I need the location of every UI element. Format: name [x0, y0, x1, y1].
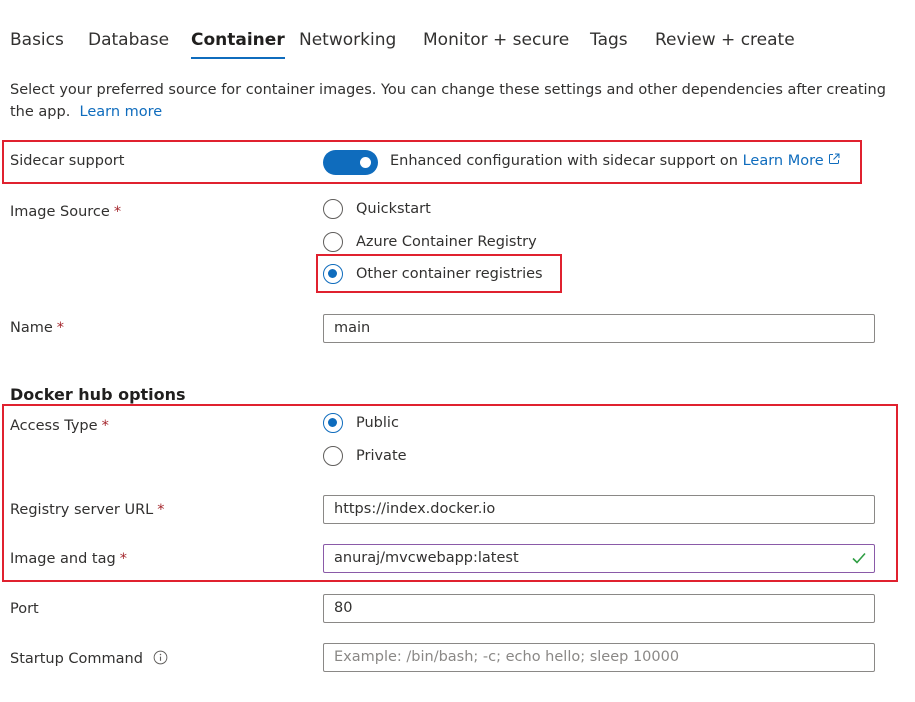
tab-review-create[interactable]: Review + create [655, 30, 795, 50]
port-input[interactable]: 80 [323, 594, 875, 623]
startup-command-label: Startup Command [10, 650, 168, 667]
sidecar-learn-more-link[interactable]: Learn More [743, 153, 840, 169]
radio-label-other-registries: Other container registries [356, 266, 543, 282]
startup-command-input[interactable]: Example: /bin/bash; -c; echo hello; slee… [323, 643, 875, 672]
image-tag-label-text: Image and tag [10, 551, 116, 567]
sidecar-toggle-text: Enhanced configuration with sidecar supp… [390, 153, 840, 169]
port-label: Port [10, 601, 39, 617]
registry-server-url-input[interactable]: https://index.docker.io [323, 495, 875, 524]
access-type-label-text: Access Type [10, 418, 98, 434]
radio-circle [323, 446, 343, 466]
info-icon[interactable] [153, 650, 168, 665]
tab-container[interactable]: Container [191, 30, 285, 59]
radio-circle [323, 199, 343, 219]
external-link-icon [828, 153, 840, 164]
required-asterisk: * [101, 418, 109, 434]
radio-circle-selected [323, 413, 343, 433]
image-source-label-text: Image Source [10, 204, 110, 220]
image-source-label: Image Source * [10, 204, 121, 220]
radio-other-container-registries[interactable]: Other container registries [323, 264, 543, 284]
image-and-tag-label: Image and tag * [10, 551, 127, 567]
radio-circle [323, 232, 343, 252]
required-asterisk: * [157, 502, 165, 518]
sidecar-support-label: Sidecar support [10, 153, 125, 169]
sidecar-status-text: Enhanced configuration with sidecar supp… [390, 153, 738, 169]
page-description: Select your preferred source for contain… [10, 79, 900, 123]
radio-private[interactable]: Private [323, 446, 407, 466]
sidecar-learn-more-label: Learn More [742, 153, 824, 169]
access-type-label: Access Type * [10, 418, 109, 434]
radio-quickstart[interactable]: Quickstart [323, 199, 431, 219]
tab-tags[interactable]: Tags [590, 30, 628, 50]
tab-basics[interactable]: Basics [10, 30, 64, 50]
tab-database[interactable]: Database [88, 30, 169, 50]
radio-circle-selected [323, 264, 343, 284]
checkmark-icon [852, 552, 866, 564]
name-label: Name * [10, 320, 64, 336]
tab-networking[interactable]: Networking [299, 30, 396, 50]
radio-public[interactable]: Public [323, 413, 399, 433]
required-asterisk: * [119, 551, 127, 567]
required-asterisk: * [56, 320, 65, 336]
name-label-text: Name [10, 320, 53, 336]
tab-monitor-secure[interactable]: Monitor + secure [423, 30, 569, 50]
radio-azure-container-registry[interactable]: Azure Container Registry [323, 232, 537, 252]
sidecar-support-toggle[interactable] [323, 150, 378, 175]
tab-bar: Basics Database Container Networking Mon… [10, 30, 910, 70]
radio-label-private: Private [356, 448, 407, 464]
radio-label-quickstart: Quickstart [356, 201, 431, 217]
radio-label-acr: Azure Container Registry [356, 234, 537, 250]
docker-hub-options-heading: Docker hub options [10, 385, 186, 404]
registry-server-url-label: Registry server URL * [10, 502, 165, 518]
name-input[interactable]: main [323, 314, 875, 343]
registry-url-label-text: Registry server URL [10, 502, 154, 518]
learn-more-link[interactable]: Learn more [80, 104, 163, 120]
startup-command-label-text: Startup Command [10, 651, 143, 667]
required-asterisk: * [113, 204, 122, 220]
toggle-knob [360, 157, 371, 168]
image-and-tag-input[interactable]: anuraj/mvcwebapp:latest [323, 544, 875, 573]
radio-label-public: Public [356, 415, 399, 431]
image-and-tag-value: anuraj/mvcwebapp:latest [334, 550, 519, 566]
